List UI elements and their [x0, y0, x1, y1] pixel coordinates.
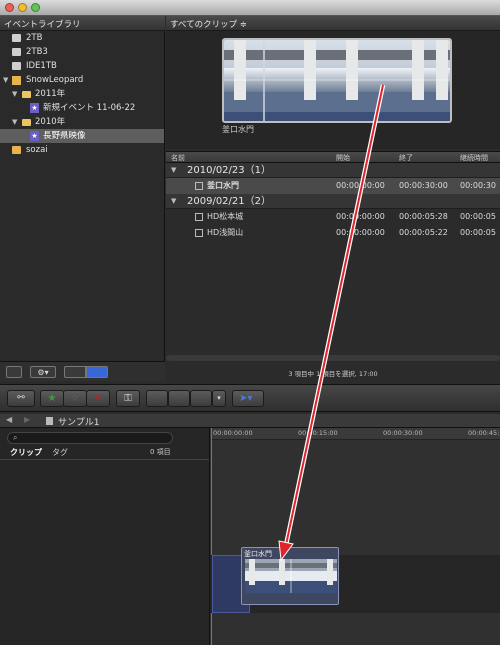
- tab-tags[interactable]: タグ: [52, 447, 68, 458]
- project-icon: [46, 417, 53, 425]
- connect-clip-icon[interactable]: [146, 390, 168, 407]
- drive-icon: [12, 34, 21, 42]
- column-end[interactable]: 終了: [399, 153, 413, 163]
- append-clip-icon[interactable]: [190, 390, 212, 407]
- edit-mode-chevron-icon[interactable]: ▾: [212, 390, 226, 407]
- item-count: 0 項目: [150, 448, 171, 456]
- drive-icon: [12, 146, 21, 154]
- selection-status: 3 項目中 1 項目を選択, 17:00: [288, 370, 378, 378]
- event-star-icon: ★: [30, 103, 39, 113]
- window-titlebar: [0, 0, 500, 16]
- key-icon[interactable]: ⚿: [116, 390, 140, 407]
- dragged-clip[interactable]: 釜口水門: [241, 547, 339, 605]
- library-item-nagano[interactable]: ★ 長野県映像: [0, 129, 164, 143]
- search-icon: ⌕: [13, 433, 18, 442]
- home-drive-icon: [12, 76, 21, 85]
- reject-x-icon[interactable]: ✕: [86, 390, 110, 407]
- library-item-2tb[interactable]: 2TB: [0, 31, 164, 45]
- divider: [0, 459, 209, 460]
- favorite-star-icon[interactable]: ★: [40, 390, 64, 407]
- filmstrip-clip-label: 釜口水門: [222, 125, 254, 134]
- event-browser-header[interactable]: すべてのクリップ ≑: [166, 16, 500, 31]
- disclosure-open-icon[interactable]: ▼: [12, 115, 17, 129]
- timeline-ruler[interactable]: 00:00:00:00 00:00:15:00 00:00:30:00 00:0…: [210, 428, 500, 440]
- disclosure-open-icon[interactable]: ▼: [12, 87, 17, 101]
- forward-arrow-icon[interactable]: ▶: [24, 415, 30, 424]
- list-item[interactable]: HD松本城 00:00:00:00 00:00:05:28 00:00:05: [166, 209, 500, 225]
- close-window-button[interactable]: [5, 3, 14, 12]
- clip-icon: [195, 213, 203, 221]
- gear-icon[interactable]: ⚙▾: [30, 366, 56, 378]
- library-bottom-bar: ⚙▾: [0, 361, 165, 381]
- tab-clips[interactable]: クリップ: [10, 447, 42, 458]
- show-library-button[interactable]: [6, 366, 22, 378]
- back-arrow-icon[interactable]: ◀: [6, 415, 12, 424]
- date-group-2009[interactable]: ▼ 2009/02/21（2）: [166, 194, 500, 209]
- select-tool-arrow-icon[interactable]: ➤▾: [232, 390, 264, 407]
- record-voiceover-icon[interactable]: ⚯: [7, 390, 35, 407]
- clip-filmstrip[interactable]: [222, 38, 452, 123]
- list-item[interactable]: HD浅間山 00:00:00:00 00:00:05:22 00:00:05: [166, 225, 500, 241]
- dragged-clip-thumbnail: [245, 559, 337, 593]
- library-item-2010[interactable]: ▼ 2010年: [0, 115, 164, 129]
- clip-list-header: 名前 開始 終了 継続時間: [166, 151, 500, 163]
- timeline-header: ◀ ▶ サンプル1: [0, 414, 500, 428]
- clip-icon: [195, 182, 203, 190]
- column-duration[interactable]: 継続時間: [460, 153, 488, 163]
- list-view-button[interactable]: [86, 366, 108, 378]
- disclosure-open-icon[interactable]: ▼: [171, 163, 176, 178]
- unrate-star-icon[interactable]: ☆: [63, 390, 87, 407]
- library-item-snowleopard[interactable]: ▼ SnowLeopard: [0, 73, 164, 87]
- folder-icon: [22, 119, 31, 126]
- clip-list: ▼ 2010/02/23（1） 釜口水門 00:00:00:00 00:00:3…: [166, 163, 500, 361]
- column-name[interactable]: 名前: [171, 153, 185, 163]
- library-item-new-event[interactable]: ★ 新規イベント 11-06-22: [0, 101, 164, 115]
- event-library-header: イベントライブラリ: [0, 16, 165, 31]
- library-item-ide1tb[interactable]: IDE1TB: [0, 59, 164, 73]
- insert-clip-icon[interactable]: [168, 390, 190, 407]
- search-input[interactable]: ⌕: [7, 432, 173, 444]
- event-library-panel: 2TB 2TB3 IDE1TB ▼ SnowLeopard ▼ 2011年 ★ …: [0, 31, 165, 361]
- drive-icon: [12, 48, 21, 56]
- timeline-index-panel: クリップ タグ 0 項目: [0, 428, 210, 645]
- event-star-icon: ★: [30, 131, 39, 141]
- disclosure-open-icon[interactable]: ▼: [3, 73, 8, 87]
- filmstrip-view-button[interactable]: [64, 366, 86, 378]
- library-item-sozai[interactable]: sozai: [0, 143, 164, 157]
- library-item-2011[interactable]: ▼ 2011年: [0, 87, 164, 101]
- project-name: サンプル1: [58, 418, 100, 428]
- horizontal-scrollbar[interactable]: [166, 355, 500, 361]
- drive-icon: [12, 62, 21, 70]
- dam-thumbnails: [224, 40, 450, 121]
- folder-icon: [22, 91, 31, 98]
- main-toolbar: ⚯ ★ ☆ ✕ ⚿ ▾ ➤▾: [0, 384, 500, 412]
- minimize-window-button[interactable]: [18, 3, 27, 12]
- zoom-window-button[interactable]: [31, 3, 40, 12]
- column-start[interactable]: 開始: [336, 153, 350, 163]
- date-group-2010[interactable]: ▼ 2010/02/23（1）: [166, 163, 500, 178]
- clip-icon: [195, 229, 203, 237]
- list-item[interactable]: 釜口水門 00:00:00:00 00:00:30:00 00:00:30: [166, 178, 500, 194]
- disclosure-open-icon[interactable]: ▼: [171, 194, 176, 209]
- library-item-2tb3[interactable]: 2TB3: [0, 45, 164, 59]
